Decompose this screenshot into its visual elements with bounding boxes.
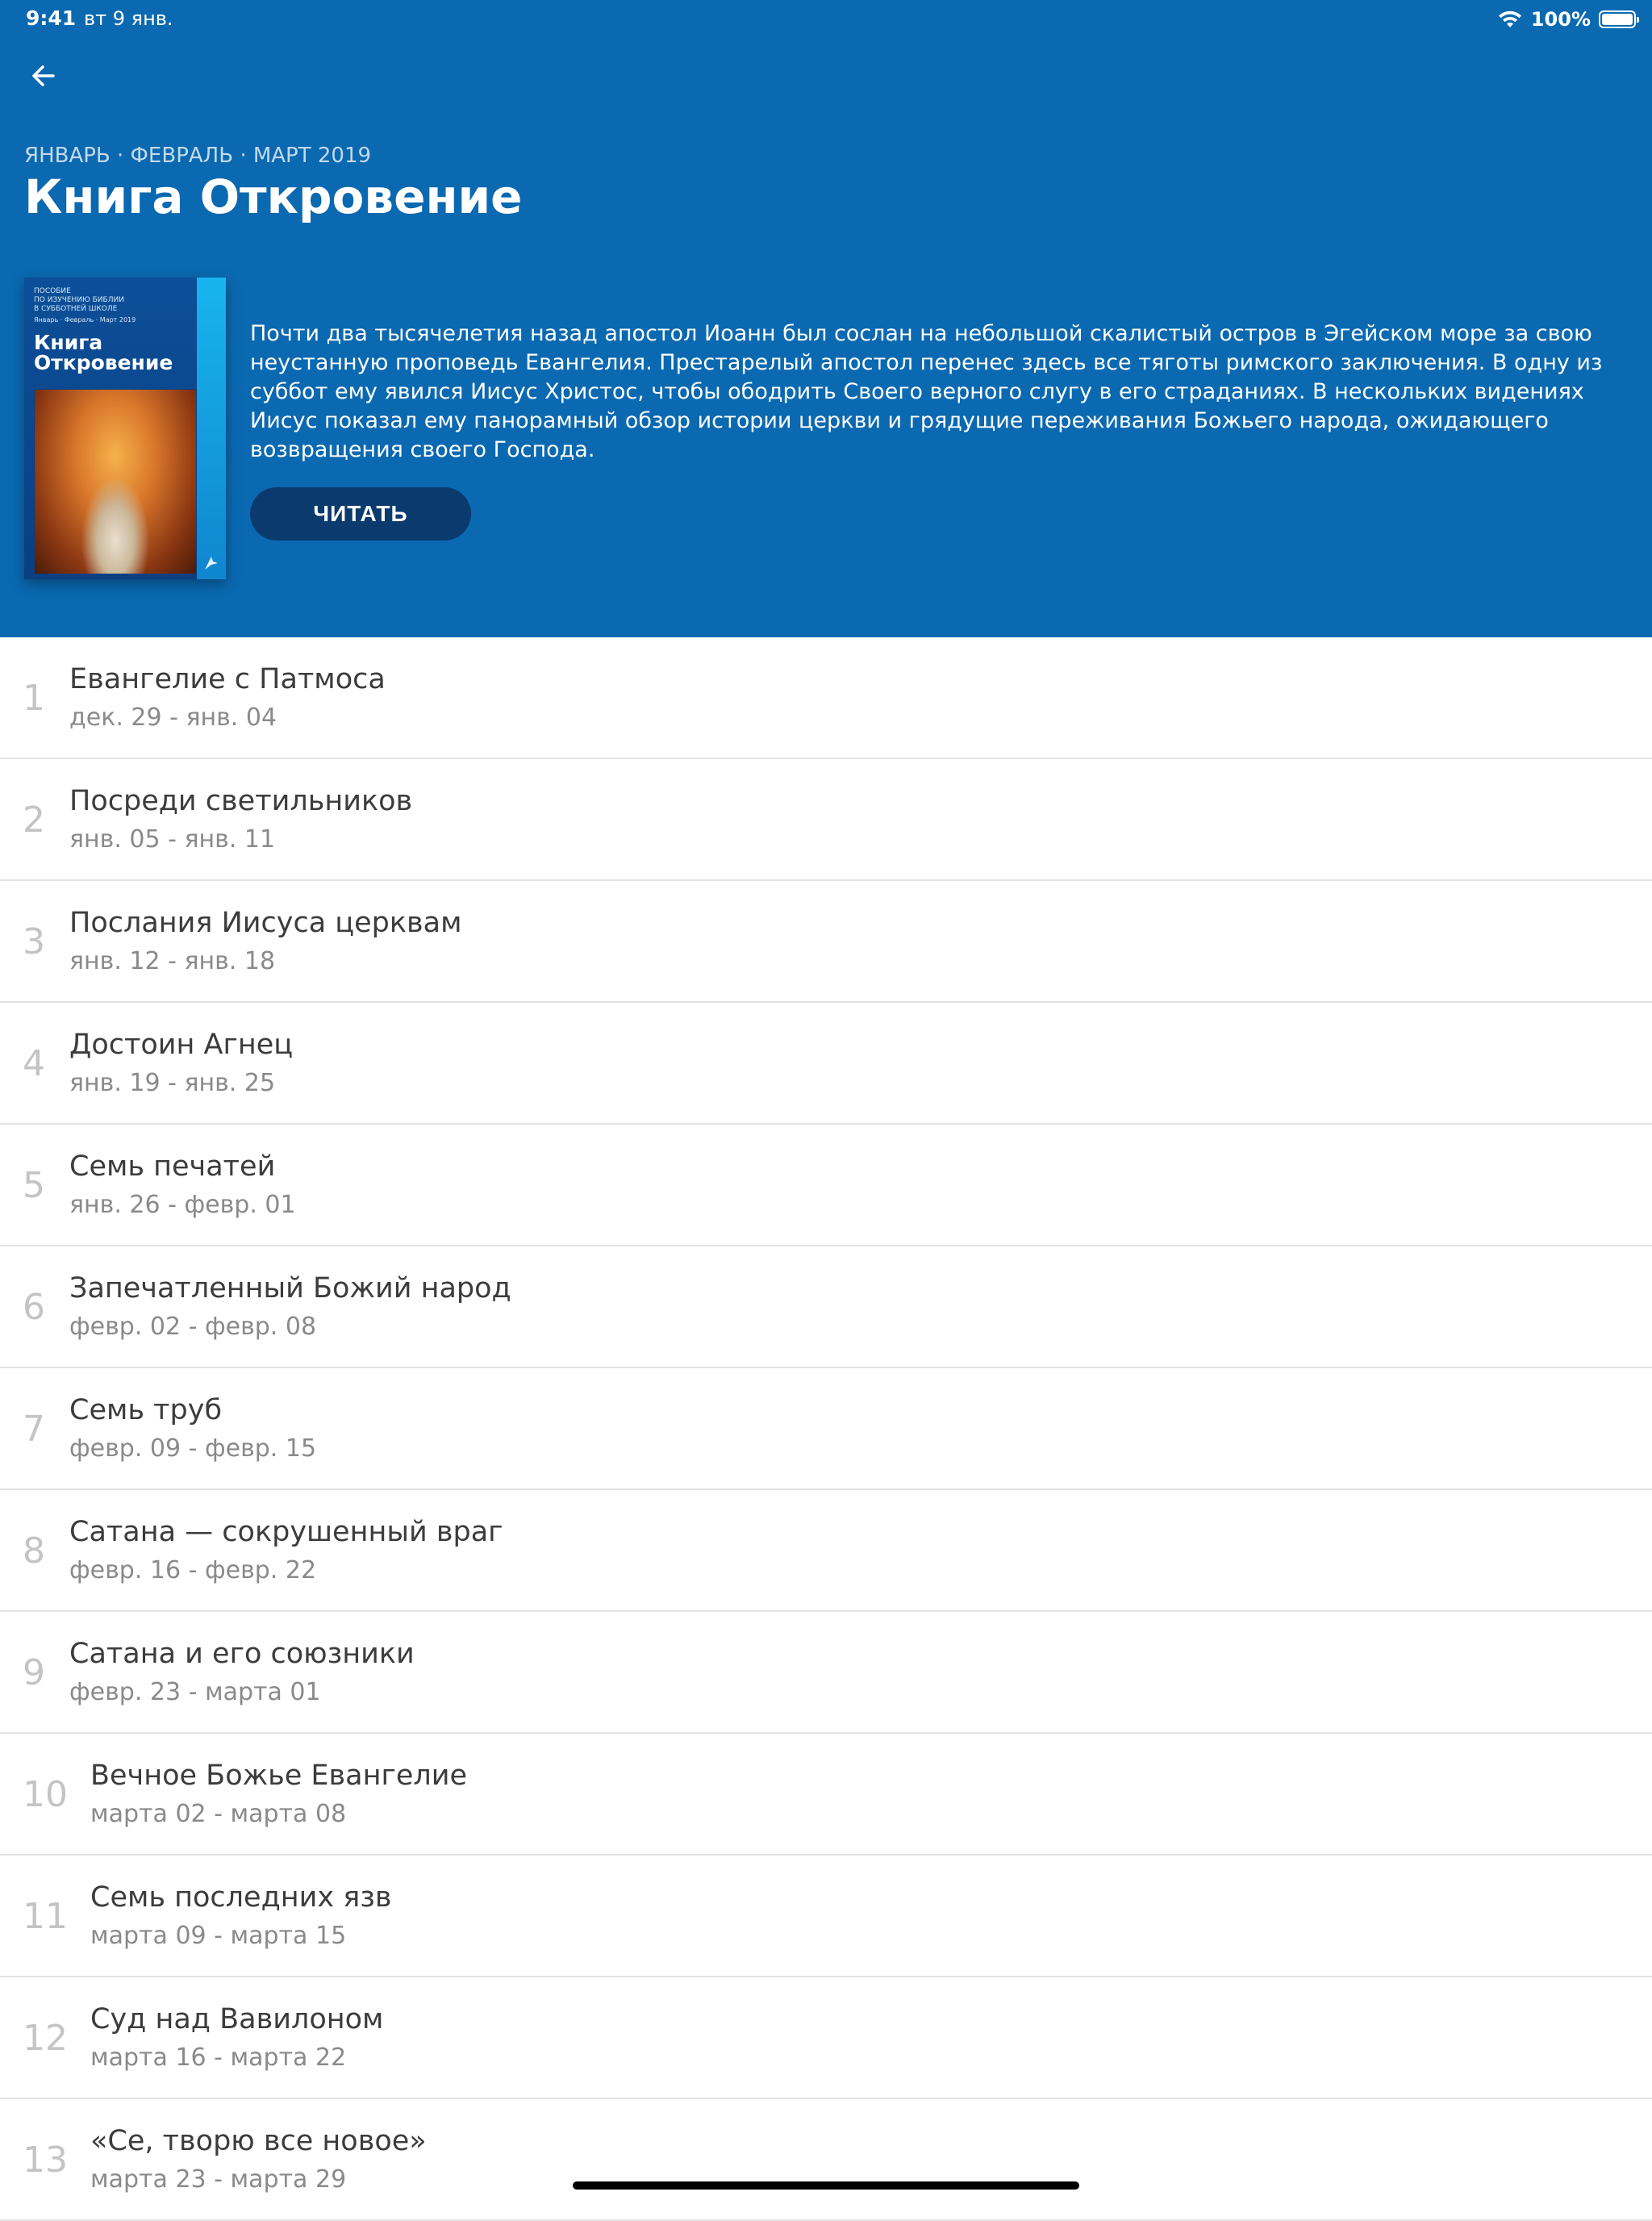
lesson-text: «Се, творю все новое» марта 23 - марта 2…	[90, 2123, 427, 2196]
lesson-title: Семь печатей	[69, 1150, 276, 1183]
lesson-dates: февр. 02 - февр. 08	[69, 1313, 317, 1341]
lesson-text: Достоин Агнец янв. 19 - янв. 25	[69, 1027, 293, 1100]
quarterly-cover-image: ПОСОБИЕ ПО ИЗУЧЕНИЮ БИБЛИИ В СУББОТНЕЙ Ш…	[24, 278, 226, 579]
lesson-dates: февр. 09 - февр. 15	[69, 1434, 317, 1463]
lesson-row-4[interactable]: 4 Достоин Агнец янв. 19 - янв. 25	[0, 1003, 1652, 1125]
lesson-text: Семь печатей янв. 26 - февр. 01	[69, 1149, 296, 1221]
lesson-title: Послания Иисуса церквам	[69, 907, 462, 939]
quarterly-description: Почти два тысячелетия назад апостол Иоан…	[250, 321, 1603, 462]
lesson-text: Сатана — сокрушенный враг февр. 16 - фев…	[69, 1514, 503, 1587]
cover-title-line: Откровение	[34, 351, 173, 374]
battery-icon	[1599, 10, 1639, 28]
status-date: вт 9 янв.	[84, 7, 173, 30]
lesson-title: Евангелие с Патмоса	[69, 663, 386, 695]
header: 9:41 вт 9 янв. 100% ЯНВАРЬ · ФЕВРАЛЬ · М…	[0, 0, 1652, 637]
lesson-row-7[interactable]: 7 Семь труб февр. 09 - февр. 15	[0, 1368, 1652, 1490]
lesson-number: 11	[23, 1896, 68, 1937]
home-indicator[interactable]	[573, 2181, 1079, 2190]
back-button[interactable]	[24, 58, 63, 97]
lesson-title: Суд над Вавилоном	[90, 2003, 384, 2035]
lesson-row-9[interactable]: 9 Сатана и его союзники февр. 23 - марта…	[0, 1612, 1652, 1734]
cover-heading: ПОСОБИЕ ПО ИЗУЧЕНИЮ БИБЛИИ В СУББОТНЕЙ Ш…	[34, 287, 124, 314]
lesson-title: Сатана и его союзники	[69, 1638, 415, 1670]
lesson-row-10[interactable]: 10 Вечное Божье Евангелие марта 02 - мар…	[0, 1734, 1652, 1856]
lesson-dates: февр. 16 - февр. 22	[69, 1556, 317, 1584]
lesson-title: «Се, творю все новое»	[90, 2125, 427, 2157]
lesson-dates: марта 23 - марта 29	[90, 2165, 347, 2194]
cover-title: Книга Откровение	[34, 332, 173, 373]
page-title: Книга Откровение	[24, 169, 523, 224]
lesson-number: 10	[23, 1774, 68, 1815]
lesson-number: 2	[23, 799, 45, 841]
lesson-row-11[interactable]: 11 Семь последних язв марта 09 - марта 1…	[0, 1856, 1652, 1977]
lesson-dates: марта 16 - марта 22	[90, 2044, 347, 2072]
lesson-title: Посреди светильников	[69, 785, 413, 817]
cover-heading-line: ПОСОБИЕ	[34, 287, 71, 295]
lion-and-lamb-artwork	[34, 389, 197, 574]
lesson-dates: марта 02 - марта 08	[90, 1800, 347, 1828]
lesson-row-1[interactable]: 1 Евангелие с Патмоса дек. 29 - янв. 04	[0, 637, 1652, 759]
lesson-number: 3	[23, 921, 45, 962]
lesson-text: Вечное Божье Евангелие марта 02 - марта …	[90, 1758, 467, 1831]
lesson-row-13[interactable]: 13 «Се, творю все новое» марта 23 - март…	[0, 2099, 1652, 2221]
lesson-dates: янв. 19 - янв. 25	[69, 1069, 276, 1097]
lesson-number: 9	[23, 1652, 45, 1693]
lesson-title: Вечное Божье Евангелие	[90, 1760, 468, 1792]
wifi-icon	[1497, 10, 1523, 29]
lesson-title: Сатана — сокрушенный враг	[69, 1516, 503, 1548]
cover-heading-line: ПО ИЗУЧЕНИЮ БИБЛИИ	[34, 296, 124, 304]
lesson-text: Суд над Вавилоном марта 16 - марта 22	[90, 2002, 383, 2074]
lesson-number: 7	[23, 1409, 45, 1450]
lesson-text: Запечатленный Божий народ февр. 02 - фев…	[69, 1271, 511, 1343]
quarter-label: ЯНВАРЬ · ФЕВРАЛЬ · МАРТ 2019	[24, 144, 372, 168]
cover-title-line: Книга	[34, 331, 103, 354]
lesson-number: 1	[23, 678, 45, 719]
lesson-title: Запечатленный Божий народ	[69, 1272, 511, 1305]
lesson-dates: дек. 29 - янв. 04	[69, 703, 277, 732]
lesson-dates: янв. 26 - февр. 01	[69, 1191, 296, 1219]
lesson-text: Семь труб февр. 09 - февр. 15	[69, 1392, 316, 1465]
lesson-text: Посреди светильников янв. 05 - янв. 11	[69, 783, 412, 856]
lesson-row-3[interactable]: 3 Послания Иисуса церквам янв. 12 - янв.…	[0, 881, 1652, 1003]
lesson-list: 1 Евангелие с Патмоса дек. 29 - янв. 04 …	[0, 637, 1652, 2221]
lesson-row-6[interactable]: 6 Запечатленный Божий народ февр. 02 - ф…	[0, 1246, 1652, 1368]
lesson-dates: марта 09 - марта 15	[90, 1922, 347, 1950]
lesson-row-2[interactable]: 2 Посреди светильников янв. 05 - янв. 11	[0, 759, 1652, 881]
lesson-text: Евангелие с Патмоса дек. 29 - янв. 04	[69, 662, 386, 734]
read-button[interactable]: ЧИТАТЬ	[250, 487, 471, 541]
lesson-number: 6	[23, 1287, 45, 1328]
arrow-left-icon	[29, 61, 58, 94]
lesson-number: 12	[23, 2018, 68, 2059]
lesson-dates: янв. 12 - янв. 18	[69, 947, 276, 975]
cover-heading-line: В СУББОТНЕЙ ШКОЛЕ	[34, 305, 118, 313]
lesson-row-8[interactable]: 8 Сатана — сокрушенный враг февр. 16 - ф…	[0, 1490, 1652, 1612]
lesson-dates: янв. 05 - янв. 11	[69, 825, 276, 854]
cover-quarter: Январь · Февраль · Март 2019	[34, 316, 136, 324]
church-logo-icon	[202, 553, 221, 573]
lesson-text: Послания Иисуса церквам янв. 12 - янв. 1…	[69, 905, 462, 978]
status-bar: 9:41 вт 9 янв. 100%	[0, 0, 1652, 39]
status-indicators: 100%	[1497, 5, 1639, 34]
lesson-row-12[interactable]: 12 Суд над Вавилоном марта 16 - марта 22	[0, 1977, 1652, 2099]
lesson-title: Семь последних язв	[90, 1881, 392, 1914]
lesson-title: Достоин Агнец	[69, 1029, 294, 1061]
lesson-text: Семь последних язв марта 09 - марта 15	[90, 1880, 392, 1952]
battery-percent: 100%	[1530, 8, 1591, 31]
lesson-number: 4	[23, 1043, 45, 1084]
lesson-title: Семь труб	[69, 1394, 223, 1426]
cover-spine	[197, 278, 226, 579]
lesson-number: 8	[23, 1530, 45, 1572]
lesson-row-5[interactable]: 5 Семь печатей янв. 26 - февр. 01	[0, 1125, 1652, 1246]
lesson-dates: февр. 23 - марта 01	[69, 1678, 321, 1706]
lesson-number: 13	[23, 2140, 68, 2181]
lesson-number: 5	[23, 1165, 45, 1206]
lesson-text: Сатана и его союзники февр. 23 - марта 0…	[69, 1636, 415, 1709]
status-time: 9:41	[26, 6, 77, 30]
